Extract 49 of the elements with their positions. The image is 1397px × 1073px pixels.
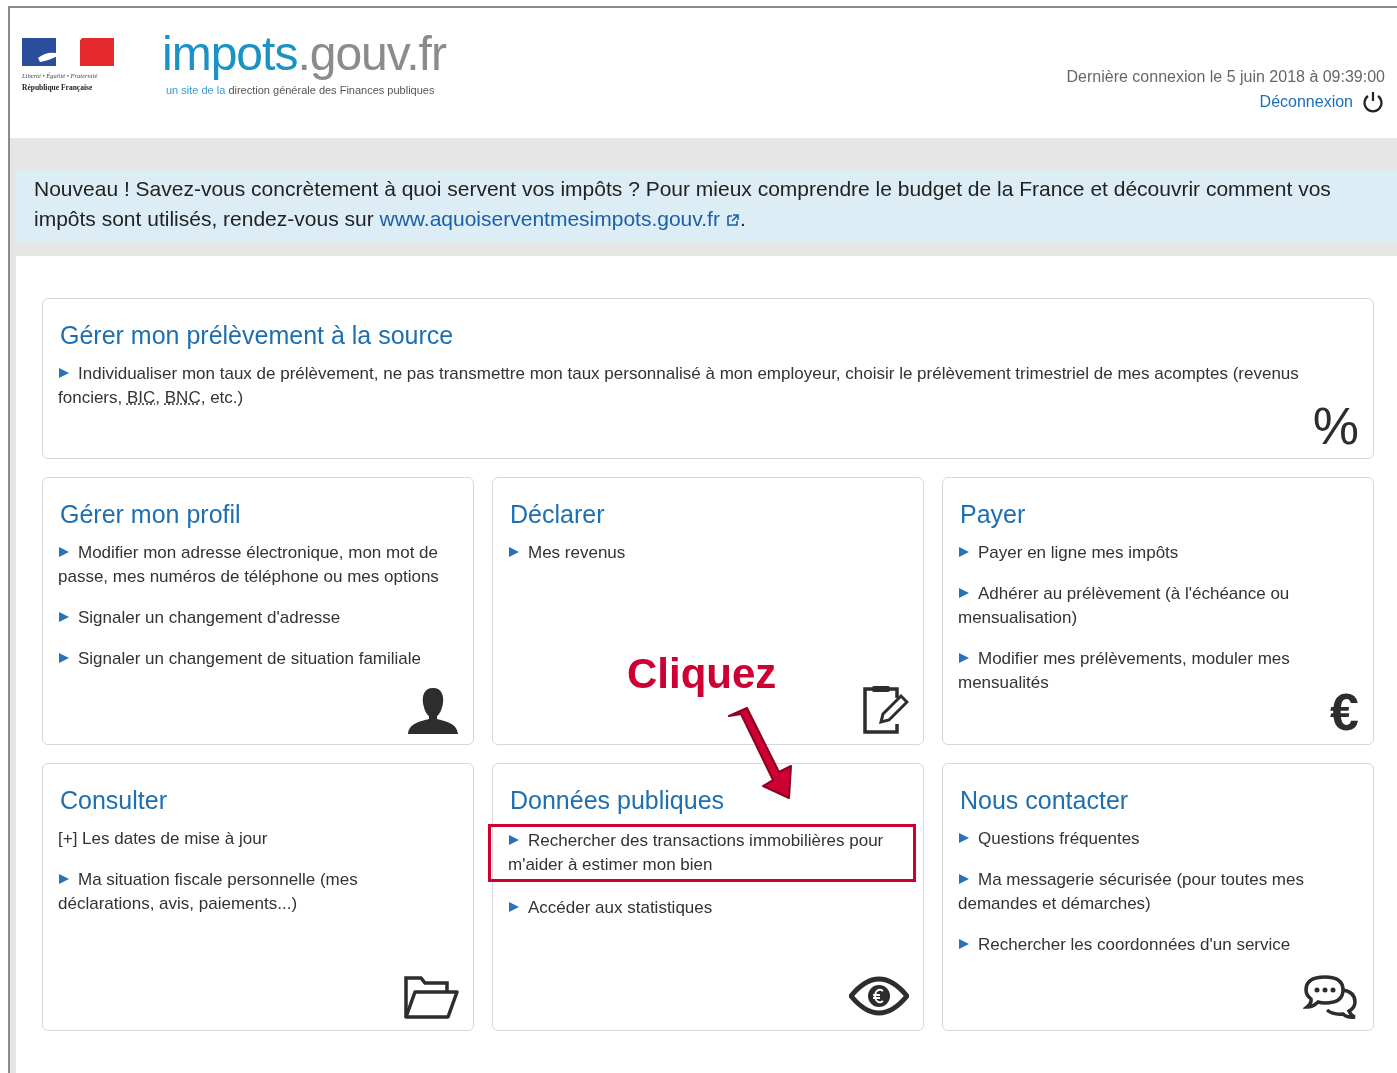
card-link[interactable]: Ma messagerie sécurisée (pour toutes mes demandes et démarches) xyxy=(958,868,1357,916)
card-link[interactable]: Rechercher des transactions immobilières pour m'aider à estimer mon bien xyxy=(508,829,907,877)
bullet-icon xyxy=(958,873,970,885)
card-link[interactable]: Ma situation fiscale personnelle (mes déclarations, avis, paiements...) xyxy=(58,868,457,916)
card-title[interactable]: Consulter xyxy=(60,786,457,815)
last-login-text: Dernière connexion le 5 juin 2018 à 09:39:00 xyxy=(1066,68,1385,86)
euro-icon: € xyxy=(1330,686,1359,738)
card-title[interactable]: Nous contacter xyxy=(960,786,1357,815)
card-title[interactable]: Déclarer xyxy=(510,500,907,529)
clipboard-pen-icon xyxy=(861,684,909,734)
card-title[interactable]: Gérer mon prélèvement à la source xyxy=(60,321,1357,350)
site-tagline: un site de la direction générale des Finances publiques xyxy=(166,84,436,96)
bullet-icon xyxy=(58,652,70,664)
card-link[interactable]: Questions fréquentes xyxy=(958,827,1357,851)
folder-icon xyxy=(403,974,459,1020)
bullet-icon xyxy=(958,546,970,558)
person-icon xyxy=(407,688,459,734)
bullet-icon xyxy=(58,611,70,623)
bullet-icon xyxy=(58,546,70,558)
bullet-icon xyxy=(508,834,520,846)
bullet-icon xyxy=(958,652,970,664)
bullet-icon xyxy=(58,367,70,379)
card-link[interactable]: Signaler un changement de situation familiale xyxy=(58,647,457,671)
chat-icon xyxy=(1303,974,1359,1020)
card-title[interactable]: Payer xyxy=(960,500,1357,529)
notice-text: Nouveau ! Savez-vous concrètement à quoi servent vos impôts ? Pour mieux comprendre le budget de la France et découvrir comment vos impôts sont utilisés, rendez-vous sur www.aquoiserventmesimpots.gouv.fr . xyxy=(34,176,1332,232)
card-link[interactable]: Accéder aux statistiques xyxy=(508,896,907,920)
external-link-icon xyxy=(725,213,740,227)
bullet-icon xyxy=(508,901,520,913)
power-icon[interactable] xyxy=(1361,90,1385,114)
annotation-text: Cliquez xyxy=(627,650,777,698)
card-title[interactable]: Données publiques xyxy=(510,786,907,815)
bullet-icon xyxy=(508,546,520,558)
card-title[interactable]: Gérer mon profil xyxy=(60,500,457,529)
bullet-icon xyxy=(958,938,970,950)
percent-icon: % xyxy=(1312,400,1359,452)
flag-logo-icon xyxy=(22,36,114,68)
bullet-icon xyxy=(958,587,970,599)
card-link[interactable]: [+] Les dates de mise à jour xyxy=(58,827,457,851)
card-link[interactable]: Payer en ligne mes impôts xyxy=(958,541,1357,565)
card-link[interactable]: Modifier mon adresse électronique, mon mot de passe, mes numéros de téléphone ou mes options xyxy=(58,541,457,589)
bullet-icon xyxy=(58,873,70,885)
bullet-icon xyxy=(958,832,970,844)
card-link[interactable]: Signaler un changement d'adresse xyxy=(58,606,457,630)
card-link[interactable]: Rechercher les coordonnées d'un service xyxy=(958,933,1357,957)
notice-link[interactable]: www.aquoiserventmesimpots.gouv.fr xyxy=(379,207,740,230)
card-link[interactable]: Adhérer au prélèvement (à l'échéance ou mensualisation) xyxy=(958,582,1357,630)
logout-link[interactable]: Déconnexion xyxy=(1259,93,1353,111)
card-link[interactable]: Mes revenus xyxy=(508,541,907,565)
